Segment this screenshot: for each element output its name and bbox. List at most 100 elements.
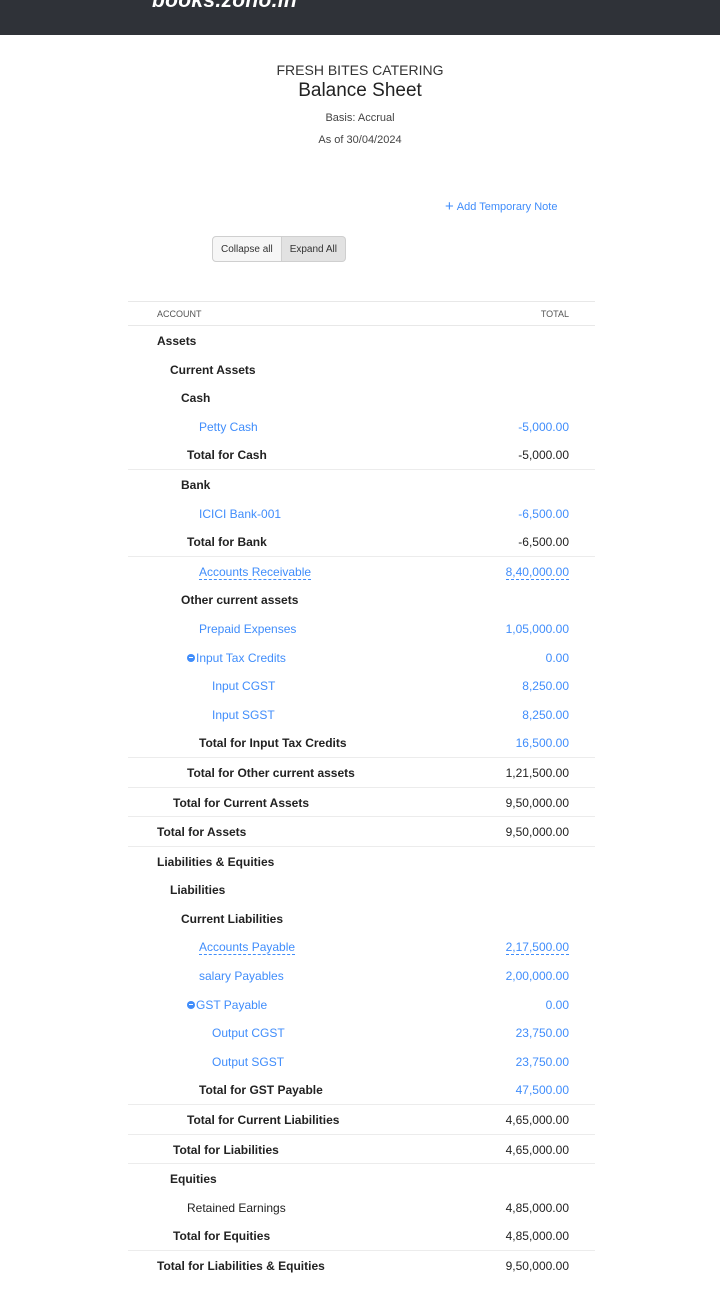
account-name: Equities (170, 1172, 217, 1187)
table-row: Total for Current Liabilities 4,65,000.00 (128, 1104, 595, 1134)
table-row: Input CGST 8,250.00 (128, 671, 595, 700)
account-name: Total for Current Assets (173, 795, 310, 810)
account-label: Current Assets (170, 363, 256, 377)
account-name: Assets (157, 334, 197, 348)
account-label: Total for Liabilities & Equities (157, 1259, 325, 1273)
account-amount[interactable]: 0.00 (546, 998, 569, 1012)
account-amount[interactable]: 8,250.00 (522, 708, 569, 722)
account-amount[interactable]: 16,500.00 (516, 736, 569, 750)
account-amount: 4,65,000.00 (505, 1142, 569, 1157)
table-row: ICICI Bank-001 -6,500.00 (128, 499, 595, 528)
account-amount[interactable]: 8,40,000.00 (505, 565, 569, 580)
collapse-icon[interactable] (187, 1000, 195, 1009)
table-row: Output SGST 23,750.00 (128, 1047, 595, 1076)
table-row: Total for Cash -5,000.00 (128, 440, 595, 469)
account-name: Total for Liabilities (173, 1142, 279, 1157)
table-row: Total for Equities 4,85,000.00 (128, 1221, 595, 1250)
account-label: Total for Current Assets (173, 796, 309, 810)
table-row: Output CGST 23,750.00 (128, 1018, 595, 1047)
account-amount[interactable]: 8,250.00 (522, 679, 569, 693)
account-name: Input CGST (212, 679, 276, 694)
account-link[interactable]: Output CGST (212, 1026, 285, 1040)
account-label: Retained Earnings (187, 1201, 286, 1215)
account-amount[interactable]: -5,000.00 (518, 420, 569, 434)
account-amount[interactable]: -6,500.00 (518, 507, 569, 521)
account-name: Total for Cash (187, 448, 267, 463)
account-label: Total for Equities (173, 1229, 270, 1243)
account-link[interactable]: Input CGST (212, 679, 275, 693)
account-amount[interactable]: 2,00,000.00 (506, 969, 569, 983)
account-label: Cash (181, 391, 210, 405)
balance-sheet-table: ACCOUNT TOTAL Assets Current Assets Cash Pe… (128, 301, 595, 1280)
organization-name: FRESH BITES CATERING (276, 62, 444, 78)
add-note-label: Add Temporary Note (456, 201, 558, 213)
expand-all-button[interactable]: Expand All (281, 236, 346, 262)
account-amount[interactable]: 23,750.00 (516, 1026, 569, 1040)
account-label: Assets (157, 334, 196, 348)
account-name: Total for Current Liabilities (187, 1113, 340, 1128)
collapsible-account-link[interactable]: GST Payable (187, 998, 267, 1012)
account-link[interactable]: Prepaid Expenses (199, 622, 296, 636)
account-amount[interactable]: 0.00 (546, 651, 569, 665)
add-temporary-note-link[interactable]: + Add Temporary Note (445, 197, 558, 215)
table-row: Bank (128, 468, 595, 499)
account-column-header: ACCOUNT (157, 309, 202, 319)
account-name: Output CGST (212, 1026, 285, 1041)
site-brand: books.zoho.in (152, 0, 298, 12)
account-link[interactable]: Output SGST (212, 1055, 284, 1069)
table-row: Other current assets (128, 585, 595, 614)
account-label: Total for Assets (157, 825, 246, 839)
plus-icon: + (445, 198, 454, 215)
table-row: Accounts Receivable 8,40,000.00 (128, 555, 595, 586)
account-name: Input Tax Credits (196, 650, 286, 665)
table-row: Cash (128, 383, 595, 412)
table-body: Assets Current Assets Cash Petty Cash -5,000… (128, 326, 595, 1280)
table-row: Input SGST 8,250.00 (128, 700, 595, 729)
account-label: Total for Input Tax Credits (199, 736, 347, 750)
account-label: Other current assets (181, 593, 298, 607)
account-label: Total for Other current assets (187, 766, 355, 780)
collapse-icon[interactable] (187, 653, 195, 662)
account-link[interactable]: ICICI Bank-001 (199, 507, 281, 521)
account-name: Cash (181, 391, 211, 406)
report-as-of-date: As of 30/04/2024 (318, 134, 402, 146)
account-amount[interactable]: 23,750.00 (516, 1055, 569, 1069)
account-link[interactable]: Accounts Receivable (199, 564, 312, 580)
account-link[interactable]: Petty Cash (199, 420, 258, 434)
table-row: Total for Current Assets 9,50,000.00 (128, 786, 595, 817)
expand-collapse-toggle: Collapse all Expand All (212, 236, 346, 262)
table-row: Input Tax Credits 0.00 (128, 643, 595, 672)
account-amount[interactable]: 1,05,000.00 (506, 622, 569, 636)
account-name: salary Payables (199, 969, 284, 984)
account-amount[interactable]: 47,500.00 (516, 1083, 569, 1097)
report-title: Balance Sheet (298, 80, 422, 101)
account-link[interactable]: salary Payables (199, 969, 284, 983)
account-amount: 9,50,000.00 (505, 825, 569, 840)
account-name: Accounts Receivable (199, 564, 312, 580)
table-row: Total for Input Tax Credits 16,500.00 (128, 728, 595, 757)
account-link[interactable]: Input SGST (212, 708, 275, 722)
account-name: Liabilities & Equities (157, 854, 275, 869)
account-name: Total for Equities (173, 1229, 271, 1244)
account-name: Current Assets (170, 362, 256, 377)
account-amount: 9,50,000.00 (505, 795, 569, 810)
account-label: Liabilities (170, 883, 225, 897)
account-amount: 4,85,000.00 (505, 1200, 569, 1215)
account-label: Total for Cash (187, 448, 267, 462)
table-row: Current Liabilities (128, 904, 595, 933)
account-label: Current Liabilities (181, 912, 283, 926)
account-label: Total for GST Payable (199, 1083, 323, 1097)
collapse-all-button[interactable]: Collapse all (212, 236, 282, 262)
account-link[interactable]: Accounts Payable (199, 940, 296, 956)
account-amount[interactable]: 2,17,500.00 (505, 940, 569, 956)
collapsible-account-link[interactable]: Input Tax Credits (187, 651, 286, 665)
table-row: Petty Cash -5,000.00 (128, 412, 595, 441)
account-name: Output SGST (212, 1054, 285, 1069)
account-name: Input SGST (212, 707, 275, 722)
table-header: ACCOUNT TOTAL (128, 301, 595, 326)
table-row: Equities (128, 1163, 595, 1193)
table-row: Total for Liabilities & Equities 9,50,000… (128, 1250, 595, 1280)
report-header: FRESH BITES CATERING Balance Sheet Basis… (0, 60, 720, 146)
account-name: Total for Input Tax Credits (199, 736, 347, 751)
account-name: GST Payable (196, 997, 268, 1012)
